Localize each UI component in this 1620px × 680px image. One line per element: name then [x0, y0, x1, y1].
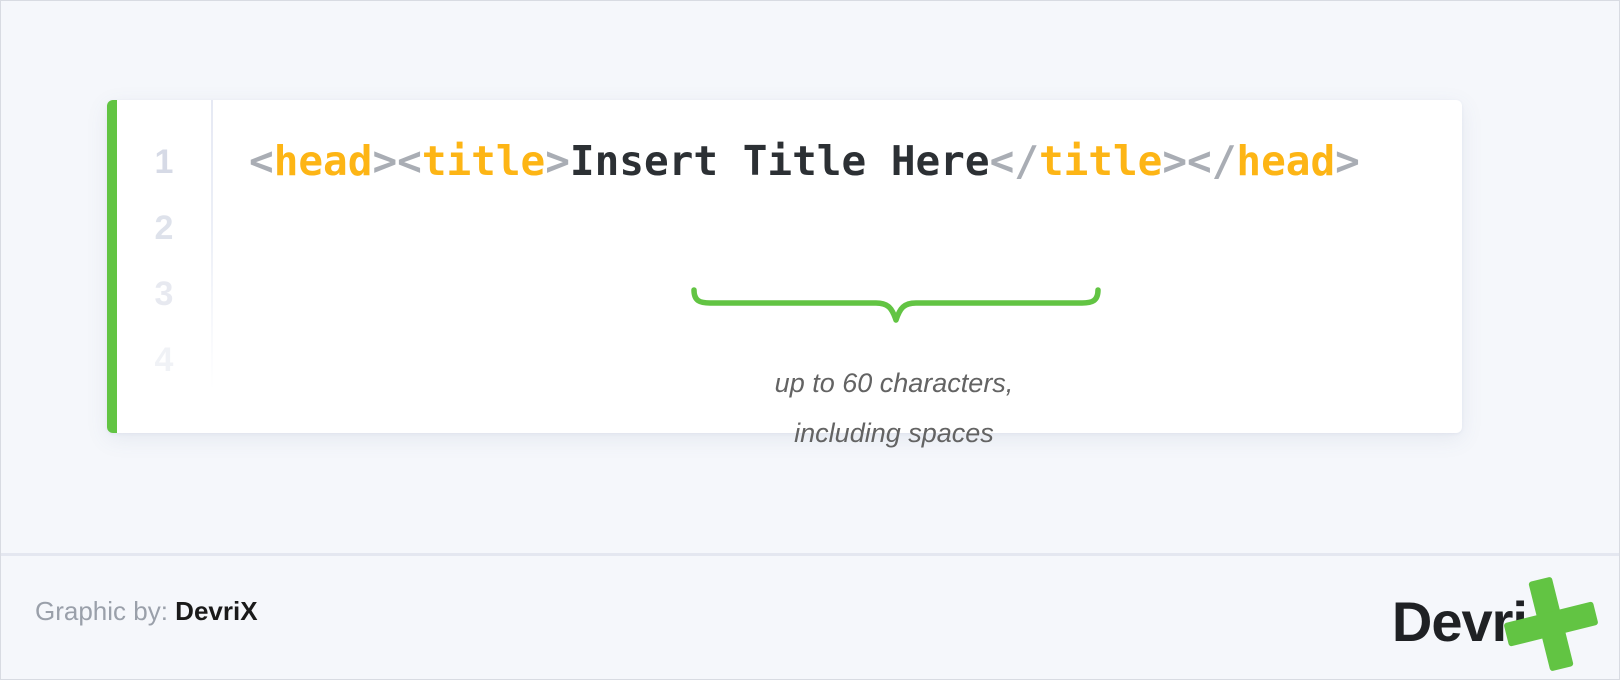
code-line-1: <head><title>Insert Title Here</title></…	[249, 137, 1360, 185]
token-close-title-gt: >	[1162, 137, 1188, 185]
gutter-divider	[211, 100, 213, 390]
devrix-logo[interactable]: Devri	[1379, 572, 1619, 672]
annotation-line-1: up to 60 characters,	[774, 368, 1014, 398]
line-number-3: 3	[154, 275, 174, 313]
code-card: 1 2 3 4 <head><title>Insert Title Here</…	[107, 100, 1462, 448]
token-title-text: Insert Title Here	[569, 137, 990, 185]
annotation-line-2: including spaces	[794, 418, 994, 448]
footer: Graphic by: DevriX Devri	[1, 556, 1619, 679]
line-number-gutter: 1 2 3 4	[117, 100, 211, 433]
credit-label: Graphic by:	[35, 596, 168, 626]
token-open-head-lt: <	[249, 137, 274, 185]
annotation-text: up to 60 characters, including spaces	[594, 358, 1194, 458]
token-open-head-name: head	[273, 137, 373, 185]
token-close-head-name: head	[1236, 137, 1336, 185]
accent-bar	[107, 100, 117, 433]
credit-brand: DevriX	[167, 596, 258, 626]
credit: Graphic by: DevriX	[35, 598, 258, 624]
line-number-2: 2	[154, 209, 174, 247]
line-number-1: 1	[154, 143, 174, 181]
token-close-title-name: title	[1038, 137, 1163, 185]
token-open-head-gt: >	[372, 137, 398, 185]
main-panel: 1 2 3 4 <head><title>Insert Title Here</…	[1, 1, 1619, 554]
token-close-head-gt: >	[1335, 137, 1360, 185]
line-number-4: 4	[154, 341, 174, 379]
token-open-title-name: title	[421, 137, 546, 185]
infographic-root: 1 2 3 4 <head><title>Insert Title Here</…	[0, 0, 1620, 680]
token-open-title-gt: >	[545, 137, 570, 185]
token-open-title-lt: <	[397, 137, 422, 185]
curly-brace-icon	[690, 286, 1102, 326]
x-mark-icon	[1495, 576, 1607, 672]
token-close-title-lt: </	[989, 137, 1039, 185]
token-close-head-lt: </	[1187, 137, 1237, 185]
